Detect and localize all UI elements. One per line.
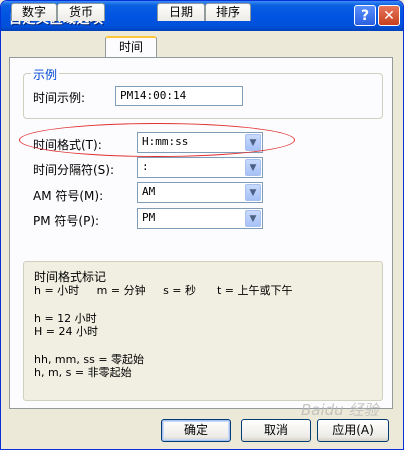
format-label: 时间格式(T): (33, 138, 102, 152)
notation-line: h = 小时 m = 分钟 s = 秒 t = 上午或下午 (34, 284, 293, 297)
watermark: Baidu 经验 (301, 401, 379, 419)
tab-sort[interactable]: 排序 (205, 3, 251, 21)
cancel-button[interactable]: 取消 (241, 419, 311, 442)
separator-value: : (142, 160, 149, 173)
chevron-down-icon[interactable]: ▼ (245, 210, 261, 227)
format-notation-box: 时间格式标记 h = 小时 m = 分钟 s = 秒 t = 上午或下午 h =… (23, 261, 383, 401)
chevron-down-icon[interactable]: ▼ (245, 134, 261, 151)
tab-number[interactable]: 数字 (11, 3, 57, 21)
ok-button[interactable]: 确定 (161, 419, 231, 442)
close-button[interactable]: ✕ (378, 5, 400, 26)
dialog-window: 自定义区域选项 ? ✕ 数字 货币 时间 日期 排序 示例 时间示例: PM14… (0, 0, 404, 450)
tab-time[interactable]: 时间 (105, 36, 157, 57)
notation-line: h, m, s = 非零起始 (34, 366, 132, 379)
tab-date[interactable]: 日期 (157, 3, 205, 21)
help-button[interactable]: ? (354, 5, 376, 26)
tab-currency[interactable]: 货币 (57, 3, 105, 21)
format-combo[interactable]: H:mm:ss ▼ (137, 132, 263, 153)
am-combo[interactable]: AM ▼ (137, 182, 263, 203)
am-label: AM 符号(M): (33, 189, 104, 203)
example-label: 时间示例: (33, 91, 86, 105)
example-field: PM14:00:14 (115, 86, 243, 106)
pm-value: PM (142, 211, 156, 224)
pm-label: PM 符号(P): (33, 214, 100, 228)
am-value: AM (142, 185, 156, 198)
example-legend: 示例 (31, 66, 60, 83)
apply-button[interactable]: 应用(A) (317, 419, 389, 442)
chevron-down-icon[interactable]: ▼ (245, 184, 261, 201)
close-icon: ✕ (383, 7, 395, 24)
chevron-down-icon[interactable]: ▼ (245, 159, 261, 176)
notation-line: H = 24 小时 (34, 325, 98, 338)
separator-label: 时间分隔符(S): (33, 163, 115, 177)
separator-combo[interactable]: : ▼ (137, 157, 263, 178)
pm-combo[interactable]: PM ▼ (137, 208, 263, 229)
help-icon: ? (360, 7, 370, 24)
format-value: H:mm:ss (142, 135, 189, 148)
